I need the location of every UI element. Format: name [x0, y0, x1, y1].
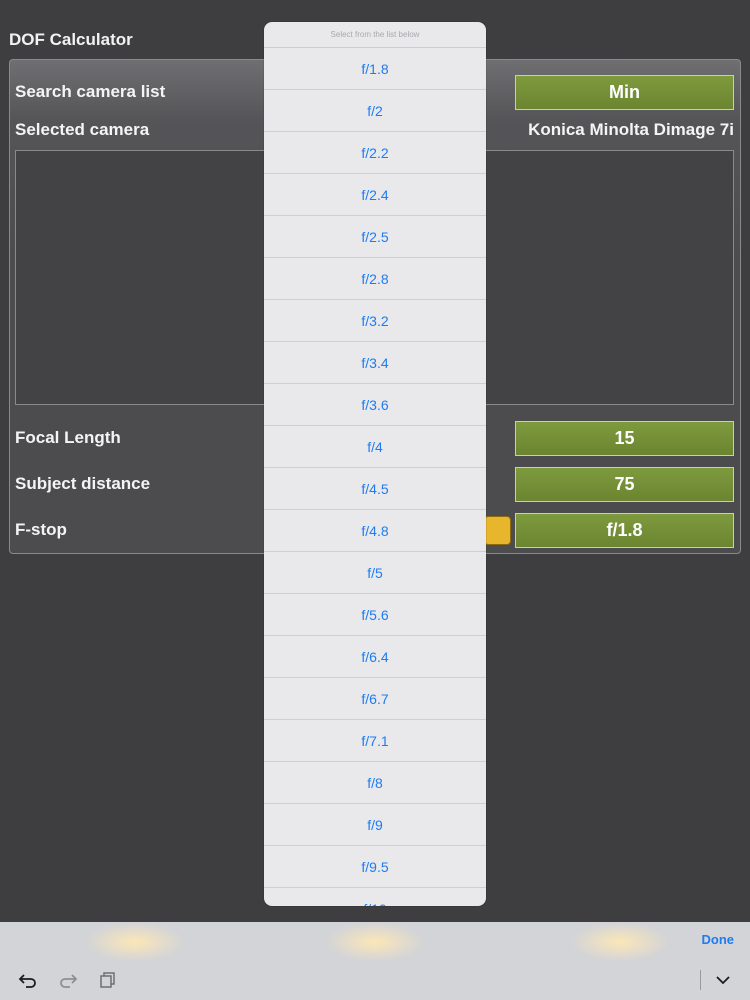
- search-camera-label: Search camera list: [15, 82, 166, 101]
- paste-icon[interactable]: [96, 968, 120, 992]
- picker-option[interactable]: f/2.5: [264, 216, 486, 258]
- fstop-label: F-stop: [15, 520, 67, 539]
- picker-option[interactable]: f/9: [264, 804, 486, 846]
- picker-option[interactable]: f/6.7: [264, 678, 486, 720]
- picker-option[interactable]: f/8: [264, 762, 486, 804]
- suggestion-slot[interactable]: [85, 922, 185, 962]
- subject-distance-button[interactable]: 75: [515, 467, 734, 502]
- picker-option[interactable]: f/2.8: [264, 258, 486, 300]
- picker-option[interactable]: f/9.5: [264, 846, 486, 888]
- suggestion-slot[interactable]: [325, 922, 425, 962]
- suggestion-slot[interactable]: [570, 922, 670, 962]
- picker-option[interactable]: f/7.1: [264, 720, 486, 762]
- subject-distance-label: Subject distance: [15, 474, 151, 493]
- selected-camera-value: Konica Minolta Dimage 7i: [528, 120, 734, 139]
- picker-option[interactable]: f/3.4: [264, 342, 486, 384]
- picker-option[interactable]: f/4: [264, 426, 486, 468]
- focal-length-button[interactable]: 15: [515, 421, 734, 456]
- fstop-button[interactable]: f/1.8: [515, 513, 734, 548]
- keyboard-accessory-bar: Done: [0, 922, 750, 1000]
- picker-option[interactable]: f/2.4: [264, 174, 486, 216]
- picker-option[interactable]: f/3.6: [264, 384, 486, 426]
- fstop-stepper-button[interactable]: [484, 516, 511, 545]
- picker-option[interactable]: f/4.5: [264, 468, 486, 510]
- app-title: DOF Calculator: [9, 30, 133, 49]
- picker-header: Select from the list below: [264, 22, 486, 48]
- min-button[interactable]: Min: [515, 75, 734, 110]
- chevron-down-icon[interactable]: [711, 968, 735, 992]
- picker-option[interactable]: f/1.8: [264, 48, 486, 90]
- undo-icon[interactable]: [16, 968, 40, 992]
- toolbar-divider: [700, 970, 701, 990]
- picker-option[interactable]: f/10: [264, 888, 486, 907]
- picker-option[interactable]: f/2.2: [264, 132, 486, 174]
- fstop-picker: Select from the list below f/1.8 f/2 f/2…: [264, 22, 486, 906]
- picker-option[interactable]: f/2: [264, 90, 486, 132]
- redo-icon[interactable]: [56, 968, 80, 992]
- picker-options: f/1.8 f/2 f/2.2 f/2.4 f/2.5 f/2.8 f/3.2 …: [264, 48, 486, 906]
- done-button[interactable]: Done: [702, 932, 735, 947]
- keyboard-toolbar: [0, 960, 750, 1000]
- selected-camera-label: Selected camera: [15, 120, 150, 139]
- focal-length-label: Focal Length: [15, 428, 121, 447]
- picker-option[interactable]: f/4.8: [264, 510, 486, 552]
- picker-option[interactable]: f/6.4: [264, 636, 486, 678]
- picker-option[interactable]: f/3.2: [264, 300, 486, 342]
- picker-option[interactable]: f/5: [264, 552, 486, 594]
- picker-option[interactable]: f/5.6: [264, 594, 486, 636]
